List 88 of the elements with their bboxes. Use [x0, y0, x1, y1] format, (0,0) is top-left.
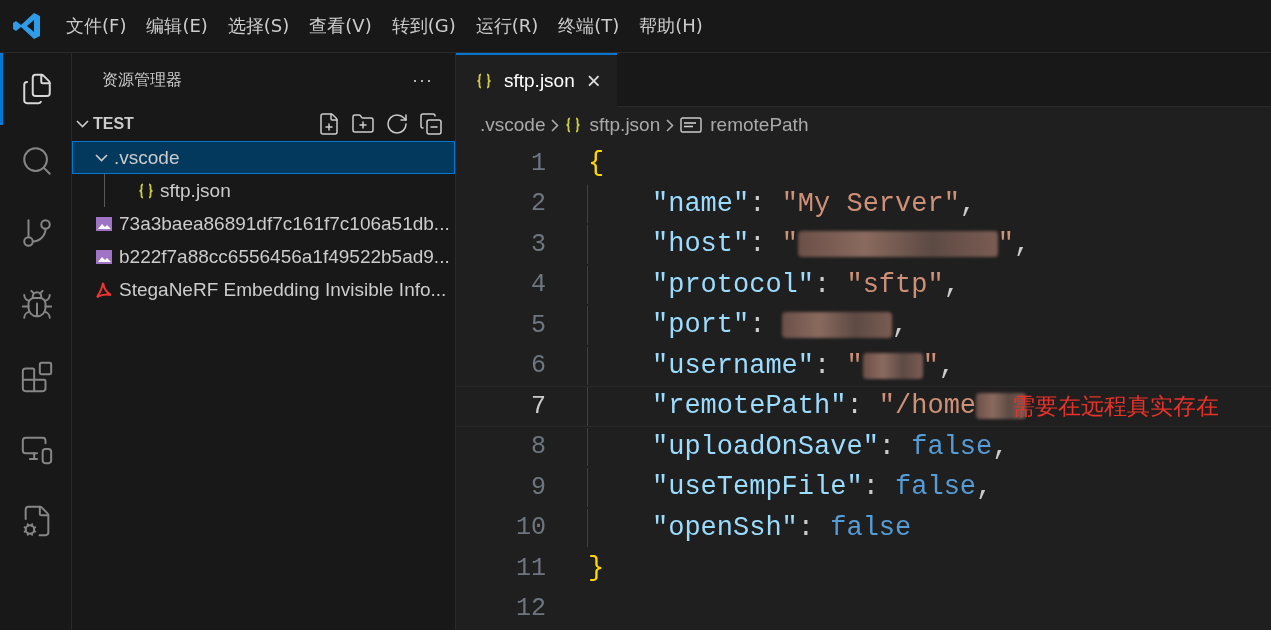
code-token: "/home — [878, 391, 977, 422]
line-number: 4 — [530, 270, 546, 300]
breadcrumb[interactable]: .vscode — [480, 114, 546, 136]
line-number: 11 — [515, 553, 546, 583]
code-token: "name" — [652, 188, 750, 219]
string-icon — [680, 117, 703, 133]
code-token: : — [814, 350, 832, 381]
line-number: 9 — [530, 472, 546, 502]
code-token: "openSsh" — [652, 512, 798, 543]
code-token: "port" — [652, 310, 750, 341]
code-token: : — [846, 391, 864, 422]
code-token: , — [992, 431, 1009, 462]
line-number: 2 — [530, 189, 546, 219]
tree-item[interactable]: .vscode — [72, 141, 455, 174]
line-number: 7 — [530, 391, 546, 421]
code-token: "host" — [652, 229, 750, 260]
code-token: { — [588, 148, 605, 179]
code-token: "uploadOnSave" — [652, 431, 879, 462]
close-button[interactable]: × — [586, 67, 601, 95]
new-file-icon[interactable] — [317, 112, 341, 136]
sidebar-title: 资源管理器 — [102, 69, 182, 91]
image-icon — [95, 215, 113, 232]
line-number: 8 — [530, 432, 546, 462]
chevron-icon — [95, 153, 108, 162]
code-token: , — [943, 269, 960, 300]
new-folder-icon[interactable] — [351, 112, 375, 136]
code-token: false — [830, 512, 912, 543]
code-token: false — [895, 472, 977, 503]
code-token: , — [1014, 229, 1031, 260]
chevron-icon — [76, 120, 89, 128]
code-token: : — [862, 472, 880, 503]
menu-item[interactable]: 帮助(H) — [629, 14, 713, 38]
menu-item[interactable]: 编辑(E) — [136, 14, 218, 38]
chevron-icon — [666, 118, 675, 132]
menu-item[interactable]: 终端(T) — [548, 14, 630, 38]
code-token: false — [911, 431, 993, 462]
braces-icon — [565, 117, 582, 133]
code-token: , — [976, 472, 993, 503]
app-logo-icon[interactable] — [12, 11, 42, 41]
menu-item[interactable]: 运行(R) — [465, 14, 549, 38]
blurred-text — [862, 352, 923, 379]
tree-item[interactable]: 73a3baea86891df7c161f7c106a51db... — [72, 207, 455, 240]
code-token: "protocol" — [652, 269, 815, 300]
tree-item[interactable]: b222f7a88cc6556456a1f49522b5ad9... — [72, 240, 455, 273]
more-button[interactable]: ··· — [412, 69, 433, 91]
image-icon — [95, 248, 113, 265]
line-number: 5 — [530, 310, 546, 340]
breadcrumb[interactable]: remotePath — [680, 114, 809, 136]
menu-item[interactable]: 转到(G) — [381, 14, 466, 38]
refresh-icon[interactable] — [385, 112, 409, 136]
code-token: } — [588, 553, 605, 584]
code-token: " — [997, 229, 1015, 260]
code-token: : — [814, 269, 832, 300]
line-number: 10 — [515, 513, 546, 543]
code-token: " — [846, 350, 863, 381]
code-token: "remotePath" — [652, 391, 847, 422]
code-token: , — [959, 188, 977, 219]
code-token: : — [749, 229, 767, 260]
braces-icon — [476, 73, 492, 89]
line-number: 12 — [515, 594, 546, 624]
annotation-text: 需要在远程真实存在 — [1012, 391, 1220, 421]
line-number: 1 — [530, 148, 546, 178]
code-token: "My Server" — [781, 188, 960, 219]
menu-item[interactable]: 文件(F) — [56, 14, 137, 38]
editor-tab[interactable]: sftp.json × — [456, 53, 617, 107]
code-token: "useTempFile" — [652, 472, 863, 503]
code-token: " — [922, 350, 939, 381]
code-token: : — [797, 512, 816, 543]
menu-item[interactable]: 选择(S) — [217, 14, 300, 38]
collapse-icon[interactable] — [419, 112, 443, 136]
code-token: : — [749, 188, 767, 219]
code-token: , — [938, 350, 956, 381]
code-token: : — [749, 310, 767, 341]
tree-item[interactable]: StegaNeRF Embedding Invisible Info... — [72, 273, 455, 306]
breadcrumb[interactable]: sftp.json — [565, 114, 661, 136]
code-token: "username" — [652, 350, 815, 381]
code-token: "sftp" — [846, 269, 944, 300]
menu-item[interactable]: 查看(V) — [299, 14, 382, 38]
folder-title[interactable]: TEST — [93, 115, 317, 133]
code-token: " — [781, 229, 798, 260]
line-number: 3 — [530, 229, 546, 259]
braces-icon — [138, 182, 154, 199]
line-number: 6 — [530, 351, 546, 381]
code-token: , — [891, 310, 908, 341]
chevron-icon — [551, 118, 560, 132]
tree-item[interactable]: sftp.json — [105, 174, 455, 207]
code-token: : — [878, 431, 897, 462]
pdf-icon — [95, 280, 113, 299]
